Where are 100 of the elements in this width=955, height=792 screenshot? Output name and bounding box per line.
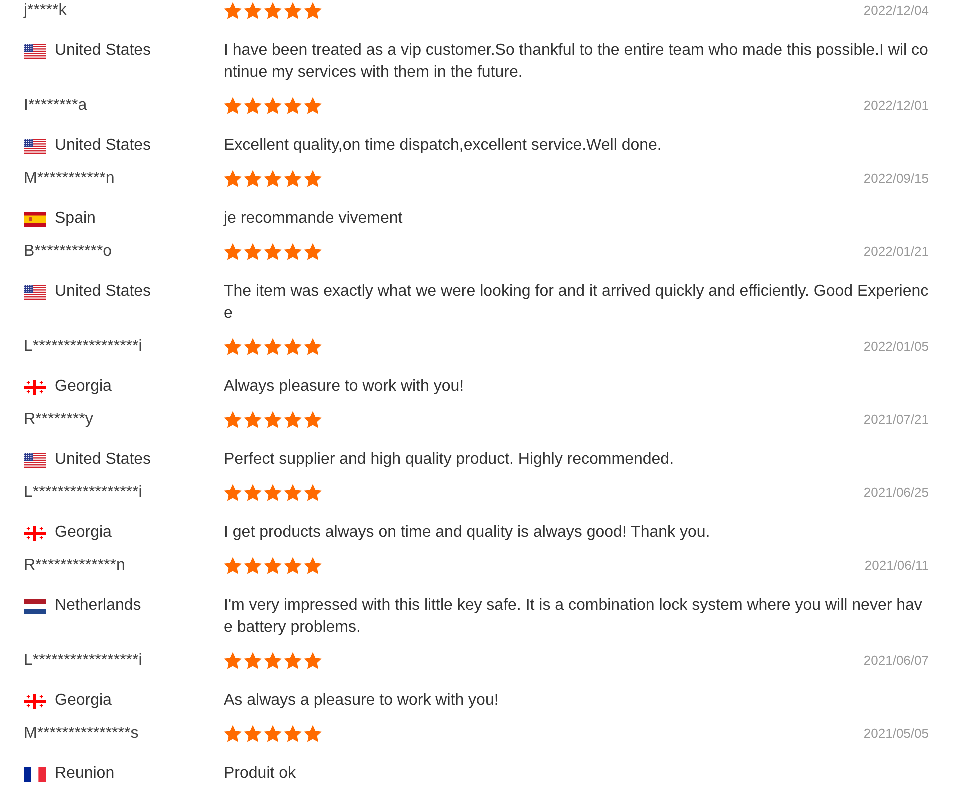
filled-star-icon	[304, 557, 322, 575]
reviewer-name: L*****************i	[24, 651, 144, 671]
flag-icon	[24, 138, 46, 154]
review-date: 2021/06/07	[864, 652, 930, 670]
review-comment: Produit ok	[224, 764, 298, 784]
filled-star-icon	[284, 557, 302, 575]
country-name: United States	[55, 41, 152, 61]
filled-star-icon	[304, 652, 322, 670]
filled-star-icon	[304, 484, 322, 502]
review-comment: I have been treated as a vip customer.So thankful to the entire team who made this possible.I wil continue my services with them in the future.	[224, 41, 930, 83]
review-comment: Perfect supplier and high quality product. Highly recommended.	[224, 450, 676, 470]
filled-star-icon	[284, 652, 302, 670]
filled-star-icon	[264, 557, 282, 575]
reviewer-name: I********a	[24, 96, 88, 116]
filled-star-icon	[244, 170, 262, 188]
review-comment: I'm very impressed with this little key safe. It is a combination lock system where you will never have battery problems.	[224, 596, 924, 638]
filled-star-icon	[224, 2, 242, 20]
filled-star-icon	[264, 652, 282, 670]
filled-star-icon	[264, 338, 282, 356]
flag-icon	[24, 452, 46, 468]
review-comment: I get products always on time and quality is always good! Thank you.	[224, 523, 712, 543]
flag-icon	[24, 212, 46, 226]
filled-star-icon	[284, 725, 302, 743]
filled-star-icon	[304, 338, 322, 356]
filled-star-icon	[304, 411, 322, 429]
reviewer-name: R*************n	[24, 556, 126, 576]
filled-star-icon	[304, 725, 322, 743]
review-comment: je recommande vivement	[224, 209, 404, 229]
filled-star-icon	[264, 97, 282, 115]
filled-star-icon	[264, 170, 282, 188]
flag-icon	[24, 598, 46, 614]
filled-star-icon	[224, 338, 242, 356]
filled-star-icon	[264, 2, 282, 20]
filled-star-icon	[284, 97, 302, 115]
filled-star-icon	[244, 97, 262, 115]
review-date: 2022/01/21	[864, 243, 930, 261]
filled-star-icon	[284, 243, 302, 261]
country-name: Georgia	[55, 691, 112, 711]
filled-star-icon	[224, 170, 242, 188]
filled-star-icon	[304, 2, 322, 20]
filled-star-icon	[264, 243, 282, 261]
review-comment: Always pleasure to work with you!	[224, 377, 466, 397]
filled-star-icon	[304, 170, 322, 188]
reviewer-name: M***********n	[24, 169, 116, 189]
reviewer-name: j*****k	[24, 1, 68, 21]
flag-icon	[24, 526, 46, 540]
filled-star-icon	[264, 725, 282, 743]
flag-icon	[24, 380, 46, 394]
review-comment: Excellent quality,on time dispatch,excellent service.Well done.	[224, 136, 663, 156]
filled-star-icon	[244, 2, 262, 20]
filled-star-icon	[224, 411, 242, 429]
country-name: United States	[55, 282, 152, 302]
reviewer-name: M***************s	[24, 724, 140, 744]
filled-star-icon	[284, 411, 302, 429]
review-date: 2022/09/15	[864, 170, 930, 188]
filled-star-icon	[284, 170, 302, 188]
country-name: United States	[55, 450, 152, 470]
review-date: 2021/06/11	[864, 557, 930, 575]
filled-star-icon	[284, 338, 302, 356]
filled-star-icon	[264, 411, 282, 429]
flag-icon	[24, 44, 46, 58]
filled-star-icon	[304, 97, 322, 115]
flag-icon	[24, 694, 46, 708]
filled-star-icon	[264, 484, 282, 502]
review-date: 2022/12/01	[864, 97, 930, 115]
reviewer-name: L*****************i	[24, 337, 144, 357]
filled-star-icon	[244, 411, 262, 429]
review-date: 2021/07/21	[864, 411, 930, 429]
review-date: 2021/05/05	[864, 725, 930, 743]
country-name: Reunion	[55, 764, 115, 784]
filled-star-icon	[244, 484, 262, 502]
flag-icon	[24, 766, 46, 782]
filled-star-icon	[244, 557, 262, 575]
filled-star-icon	[224, 97, 242, 115]
filled-star-icon	[224, 652, 242, 670]
filled-star-icon	[244, 243, 262, 261]
filled-star-icon	[224, 557, 242, 575]
country-name: Netherlands	[55, 596, 142, 616]
country-name: Georgia	[55, 523, 112, 543]
filled-star-icon	[224, 484, 242, 502]
reviewer-name: L*****************i	[24, 483, 144, 503]
review-comment: As always a pleasure to work with you!	[224, 691, 500, 711]
filled-star-icon	[304, 243, 322, 261]
filled-star-icon	[224, 243, 242, 261]
reviewer-name: B***********o	[24, 242, 114, 262]
reviewer-name: R********y	[24, 410, 94, 430]
filled-star-icon	[284, 2, 302, 20]
filled-star-icon	[244, 338, 262, 356]
review-date: 2022/12/04	[864, 2, 930, 20]
filled-star-icon	[244, 725, 262, 743]
review-date: 2021/06/25	[864, 484, 930, 502]
country-name: Georgia	[55, 377, 112, 397]
country-name: Spain	[55, 209, 96, 229]
review-date: 2022/01/05	[864, 338, 930, 356]
filled-star-icon	[224, 725, 242, 743]
country-name: United States	[55, 136, 152, 156]
filled-star-icon	[244, 652, 262, 670]
review-comment: The item was exactly what we were looking for and it arrived quickly and efficiently. Good Experience	[224, 282, 930, 324]
flag-icon	[24, 284, 46, 300]
filled-star-icon	[284, 484, 302, 502]
